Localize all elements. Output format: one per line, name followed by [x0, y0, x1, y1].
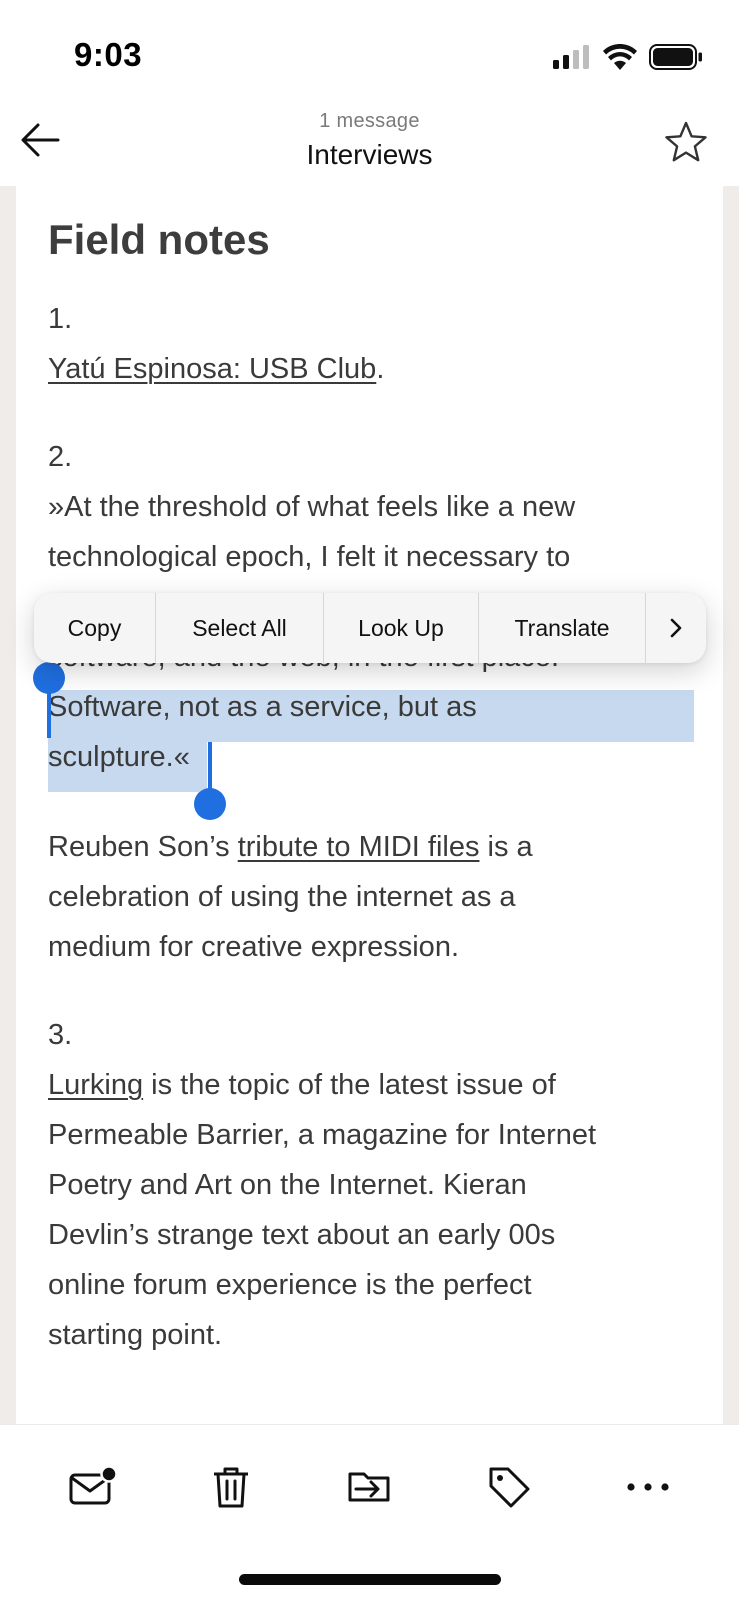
paragraph-line: celebration of using the internet as a — [48, 881, 516, 913]
selection-end-handle[interactable] — [194, 788, 226, 820]
more-menu-button[interactable] — [646, 593, 706, 663]
paragraph-text: is a — [479, 831, 533, 863]
quote-line-selected[interactable]: sculpture.« — [48, 732, 190, 783]
text-edit-menu: Copy Select All Look Up Translate — [34, 593, 706, 663]
more-actions-button[interactable] — [620, 1459, 676, 1515]
cellular-signal-icon — [553, 45, 589, 69]
lurking-link[interactable]: Lurking — [48, 1069, 143, 1101]
link-suffix: . — [376, 353, 385, 385]
item-number-3: 3. — [48, 1019, 73, 1051]
star-button[interactable] — [663, 120, 709, 166]
message-body: Field notes 1. Yatú Espinosa: USB Club. … — [16, 186, 723, 1424]
move-button[interactable] — [341, 1459, 397, 1515]
quote-line: »At the threshold of what feels like a n… — [48, 491, 576, 523]
message-count: 1 message — [319, 110, 420, 132]
paragraph-line: Devlin’s strange text about an early 00s — [48, 1219, 556, 1251]
paragraph-line: starting point. — [48, 1319, 223, 1351]
star-icon — [665, 121, 707, 162]
item-number-1: 1. — [48, 303, 73, 335]
battery-icon — [649, 44, 702, 70]
translate-menu-item[interactable]: Translate — [479, 593, 646, 663]
home-indicator[interactable] — [239, 1574, 501, 1585]
paragraph-text: Reuben Son’s — [48, 831, 238, 863]
item-number-2: 2. — [48, 441, 73, 473]
paragraph-line: Reuben Son’s tribute to MIDI files is a — [48, 822, 533, 873]
move-to-folder-icon — [348, 1472, 390, 1502]
paragraph-line: Permeable Barrier, a magazine for Intern… — [48, 1119, 597, 1151]
status-icons — [553, 44, 703, 70]
usb-club-link[interactable]: Yatú Espinosa: USB Club — [48, 353, 376, 385]
chevron-right-icon — [670, 618, 682, 638]
label-button[interactable] — [481, 1459, 537, 1515]
paragraph-line: online forum experience is the perfect — [48, 1269, 532, 1301]
trash-icon — [214, 1467, 248, 1508]
item-1-line: Yatú Espinosa: USB Club. — [48, 344, 384, 395]
delete-button[interactable] — [203, 1459, 259, 1515]
wifi-icon — [603, 44, 637, 70]
copy-menu-item[interactable]: Copy — [34, 593, 156, 663]
more-icon — [627, 1483, 669, 1491]
nav-header: 1 message Interviews — [0, 100, 739, 186]
status-bar: 9:03 — [0, 0, 739, 110]
nav-titles: 1 message Interviews — [0, 110, 739, 171]
mark-unread-button[interactable] — [64, 1459, 120, 1515]
paragraph-line: Lurking is the topic of the latest issue… — [48, 1060, 556, 1111]
selection-start-caret — [47, 678, 51, 738]
mail-unread-icon — [69, 1465, 117, 1505]
quote-line: technological epoch, I felt it necessary… — [48, 541, 571, 573]
tag-icon — [489, 1467, 530, 1508]
select-all-menu-item[interactable]: Select All — [156, 593, 324, 663]
look-up-menu-item[interactable]: Look Up — [324, 593, 479, 663]
paragraph-line: Poetry and Art on the Internet. Kieran — [48, 1169, 527, 1201]
article-title: Field notes — [48, 216, 270, 263]
status-time: 9:03 — [74, 36, 143, 73]
paragraph-text: is the topic of the latest issue of — [143, 1069, 556, 1101]
paragraph-line: medium for creative expression. — [48, 931, 459, 963]
quote-line-selected[interactable]: Software, not as a service, but as — [48, 682, 477, 733]
midi-files-link[interactable]: tribute to MIDI files — [238, 831, 480, 863]
page-title: Interviews — [306, 139, 433, 170]
